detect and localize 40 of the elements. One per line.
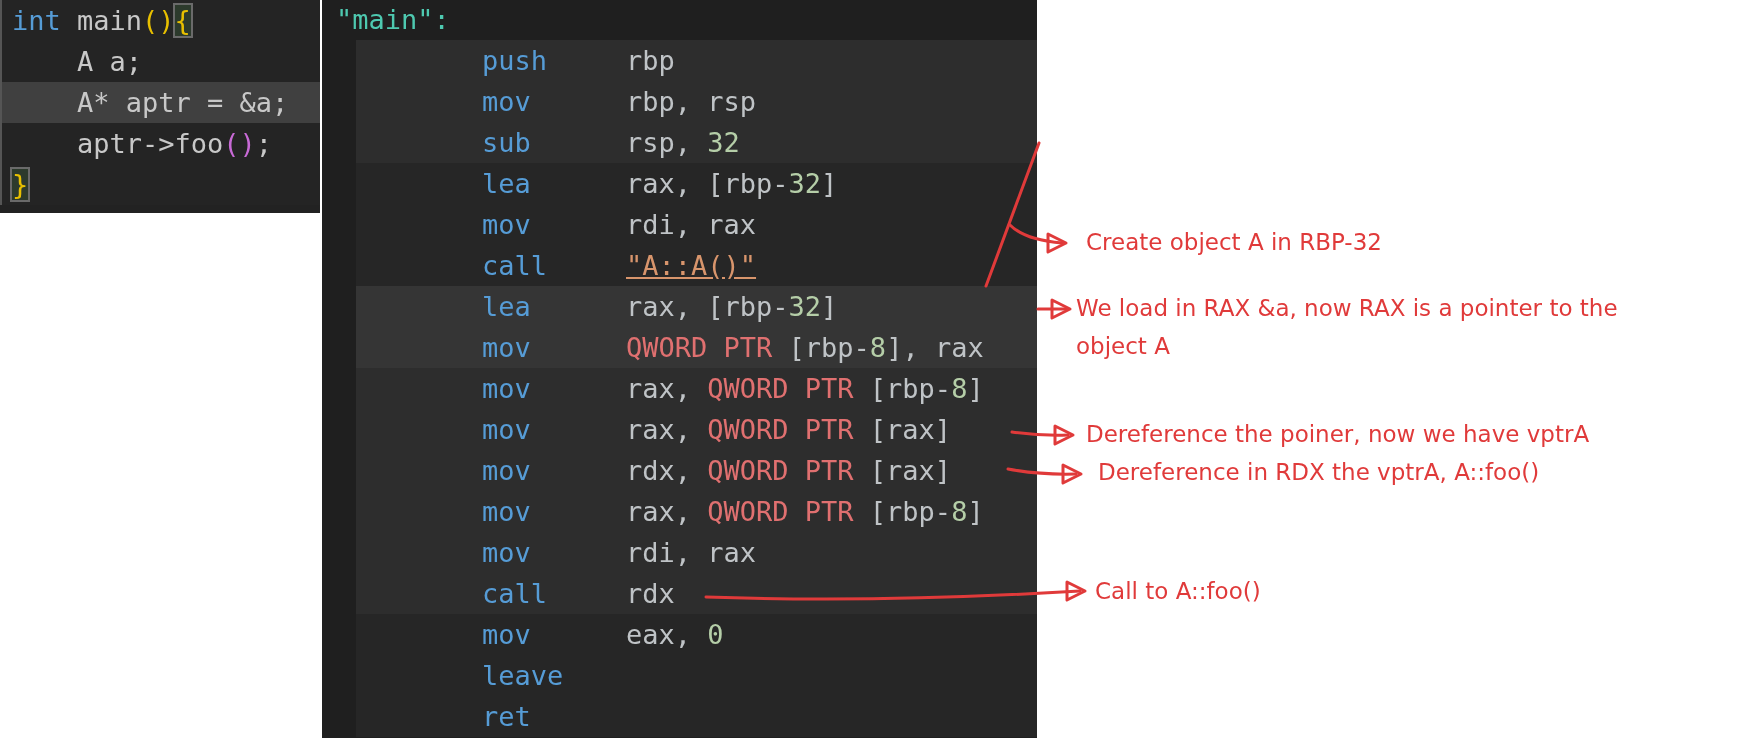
annotation-text: We load in RAX &a, now RAX is a pointer to the object A [1076, 294, 1618, 361]
function-label: "main": [335, 3, 451, 37]
annotation-text: Create object A in RBP-32 [1086, 228, 1382, 257]
mnemonic: mov [482, 86, 532, 117]
mnemonic: call [482, 250, 549, 281]
annotation-text: Call to A::foo() [1095, 577, 1261, 606]
mnemonic: mov [482, 619, 532, 650]
annotation-text: Dereference in RDX the vptrA, A::foo() [1098, 458, 1540, 487]
operands: QWORD PTR [rbp-8], rax [626, 332, 984, 363]
operands: rdi, rax [626, 537, 757, 568]
mnemonic: ret [482, 701, 532, 732]
operands: rax, QWORD PTR [rax] [626, 414, 952, 445]
operands: rdx [626, 578, 675, 609]
operands: rdx, QWORD PTR [rax] [626, 455, 952, 486]
operands: rbp, rsp [626, 86, 757, 117]
operands: rbp [626, 45, 675, 76]
mnemonic: push [482, 45, 549, 76]
annotation-arrow [1036, 298, 1072, 320]
mnemonic: leave [482, 660, 565, 691]
operands: rdi, rax [626, 209, 757, 240]
mnemonic: mov [482, 332, 532, 363]
annotation-arrow [1010, 424, 1075, 446]
mnemonic: call [482, 578, 549, 609]
mnemonic: mov [482, 496, 532, 527]
operands: rax, QWORD PTR [rbp-8] [626, 373, 984, 404]
mnemonic: mov [482, 373, 532, 404]
mnemonic: mov [482, 209, 532, 240]
operands: rax, [rbp-32] [626, 168, 838, 199]
mnemonic: mov [482, 455, 532, 486]
operands: eax, 0 [626, 619, 724, 650]
mnemonic: sub [482, 127, 532, 158]
mnemonic: lea [482, 291, 532, 322]
mnemonic: lea [482, 168, 532, 199]
mnemonic: mov [482, 414, 532, 445]
operands: rsp, 32 [626, 127, 740, 158]
operands: rax, [rbp-32] [626, 291, 838, 322]
symbol-link[interactable]: "A::A()" [626, 250, 757, 281]
annotation-text: Dereference the poiner, now we have vptrA [1086, 420, 1590, 449]
mnemonic: mov [482, 537, 532, 568]
operands: rax, QWORD PTR [rbp-8] [626, 496, 984, 527]
